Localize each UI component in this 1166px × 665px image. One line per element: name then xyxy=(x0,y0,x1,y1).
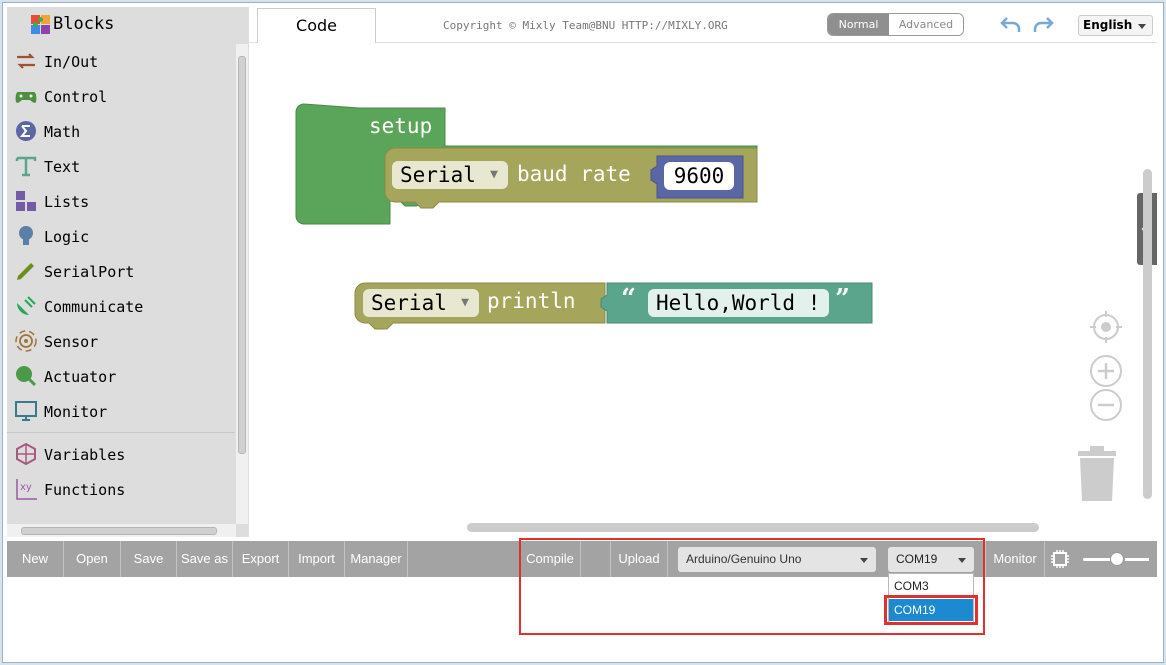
category-actuator[interactable]: Actuator xyxy=(7,360,235,394)
workspace-horizontal-scrollbar[interactable] xyxy=(467,523,1039,532)
serial-dropdown[interactable]: Serial ▼ xyxy=(363,289,479,317)
category-label: Actuator xyxy=(44,368,117,386)
toolbox-header: Blocks xyxy=(7,7,249,43)
monitor-icon xyxy=(15,401,37,421)
manager-button[interactable]: Manager xyxy=(345,541,408,577)
category-label: Variables xyxy=(44,446,126,464)
arrows-icon xyxy=(17,53,35,69)
category-label: Functions xyxy=(44,481,126,499)
toolbox-horizontal-scrollbar[interactable] xyxy=(7,524,236,537)
category-label: Lists xyxy=(44,193,90,211)
category-label: Communicate xyxy=(44,298,144,316)
trash-icon[interactable] xyxy=(1076,445,1118,503)
chip-icon[interactable] xyxy=(1050,549,1070,569)
zoom-out-icon[interactable] xyxy=(1089,388,1123,422)
blocks-icon xyxy=(16,191,36,211)
category-control[interactable]: Control xyxy=(7,80,235,114)
category-sensor[interactable]: Sensor xyxy=(7,325,235,359)
category-label: In/Out xyxy=(44,53,99,71)
serial-dropdown-value: Serial xyxy=(371,291,447,315)
copyright-text: Copyright © Mixly Team@BNU HTTP://MIXLY.… xyxy=(443,19,728,32)
language-select[interactable]: English xyxy=(1078,15,1153,36)
baud-value-field[interactable]: 9600 xyxy=(664,162,734,190)
mode-advanced-button[interactable]: Advanced xyxy=(889,14,963,35)
mode-normal-button[interactable]: Normal xyxy=(828,14,889,35)
pen-icon xyxy=(17,263,34,280)
category-label: Monitor xyxy=(44,403,108,421)
category-label: SerialPort xyxy=(44,263,135,281)
serial-dropdown-value: Serial xyxy=(400,163,476,187)
category-variables[interactable]: Variables xyxy=(7,438,235,472)
satellite-icon xyxy=(17,296,36,315)
puzzle-icon xyxy=(31,15,50,34)
size-slider-track-right xyxy=(1125,558,1149,561)
language-value: English xyxy=(1083,18,1133,32)
category-label: Math xyxy=(44,123,81,141)
scroll-thumb[interactable] xyxy=(21,527,217,535)
category-communicate[interactable]: Communicate xyxy=(7,290,235,324)
mode-toggle: Normal Advanced xyxy=(827,13,964,36)
gamepad-icon xyxy=(15,92,37,103)
scroll-thumb[interactable] xyxy=(238,56,246,454)
toolbox: Blocks In/Out Control Math Text Lists Lo… xyxy=(7,7,249,537)
tab-code[interactable]: Code xyxy=(257,8,376,43)
open-button[interactable]: Open xyxy=(64,541,121,577)
signal-icon xyxy=(15,330,37,352)
chevron-down-icon xyxy=(1138,24,1146,29)
top-bar: Code Copyright © Mixly Team@BNU HTTP://M… xyxy=(249,7,1157,43)
string-field[interactable]: Hello,World ! xyxy=(648,289,829,317)
setup-label: setup xyxy=(369,114,433,138)
category-lists[interactable]: Lists xyxy=(7,185,235,219)
import-button[interactable]: Import xyxy=(289,541,345,577)
category-inout[interactable]: In/Out xyxy=(7,45,235,79)
category-label: Text xyxy=(44,158,81,176)
monitor-button[interactable]: Monitor xyxy=(985,541,1045,577)
dropdown-arrow-icon: ▼ xyxy=(461,295,469,310)
zoom-in-icon[interactable] xyxy=(1089,354,1123,388)
save-as-button[interactable]: Save as xyxy=(177,541,233,577)
println-label: println xyxy=(487,289,576,313)
blockly-workspace[interactable]: setup Serial ▼ baud rate 9600 Serial ▼ p… xyxy=(249,44,1157,537)
redo-icon[interactable] xyxy=(1031,13,1055,37)
recenter-icon[interactable] xyxy=(1090,311,1122,343)
category-serialport[interactable]: SerialPort xyxy=(7,255,235,289)
text-t-icon xyxy=(15,156,37,177)
category-label: Sensor xyxy=(44,333,99,351)
serial-dropdown[interactable]: Serial ▼ xyxy=(392,161,508,189)
toolbox-vertical-scrollbar[interactable] xyxy=(236,44,248,524)
category-monitor[interactable]: Monitor xyxy=(7,395,235,429)
toolbox-title: Blocks xyxy=(53,14,115,34)
new-button[interactable]: New xyxy=(7,541,64,577)
baud-rate-label: baud rate xyxy=(517,162,631,186)
size-slider-knob[interactable] xyxy=(1110,552,1124,566)
motor-icon xyxy=(16,366,37,387)
svg-text:xy: xy xyxy=(20,482,32,493)
export-button[interactable]: Export xyxy=(233,541,289,577)
dropdown-arrow-icon: ▼ xyxy=(490,167,498,182)
quote-open: “ xyxy=(621,284,636,314)
quote-close: ” xyxy=(835,284,850,314)
category-label: Logic xyxy=(44,228,90,246)
category-label: Control xyxy=(44,88,108,106)
sigma-icon xyxy=(16,121,36,141)
function-xy-icon: xy xyxy=(16,479,37,500)
separator xyxy=(7,432,235,433)
unity-icon xyxy=(16,442,36,466)
category-functions[interactable]: xy Functions xyxy=(7,473,235,507)
category-math[interactable]: Math xyxy=(7,115,235,149)
save-button[interactable]: Save xyxy=(121,541,177,577)
category-logic[interactable]: Logic xyxy=(7,220,235,254)
workspace-vertical-scrollbar[interactable] xyxy=(1143,169,1152,499)
bulb-icon xyxy=(19,226,33,245)
category-text[interactable]: Text xyxy=(7,150,235,184)
annotation-highlight-selection xyxy=(884,595,978,625)
undo-icon[interactable] xyxy=(999,13,1023,37)
